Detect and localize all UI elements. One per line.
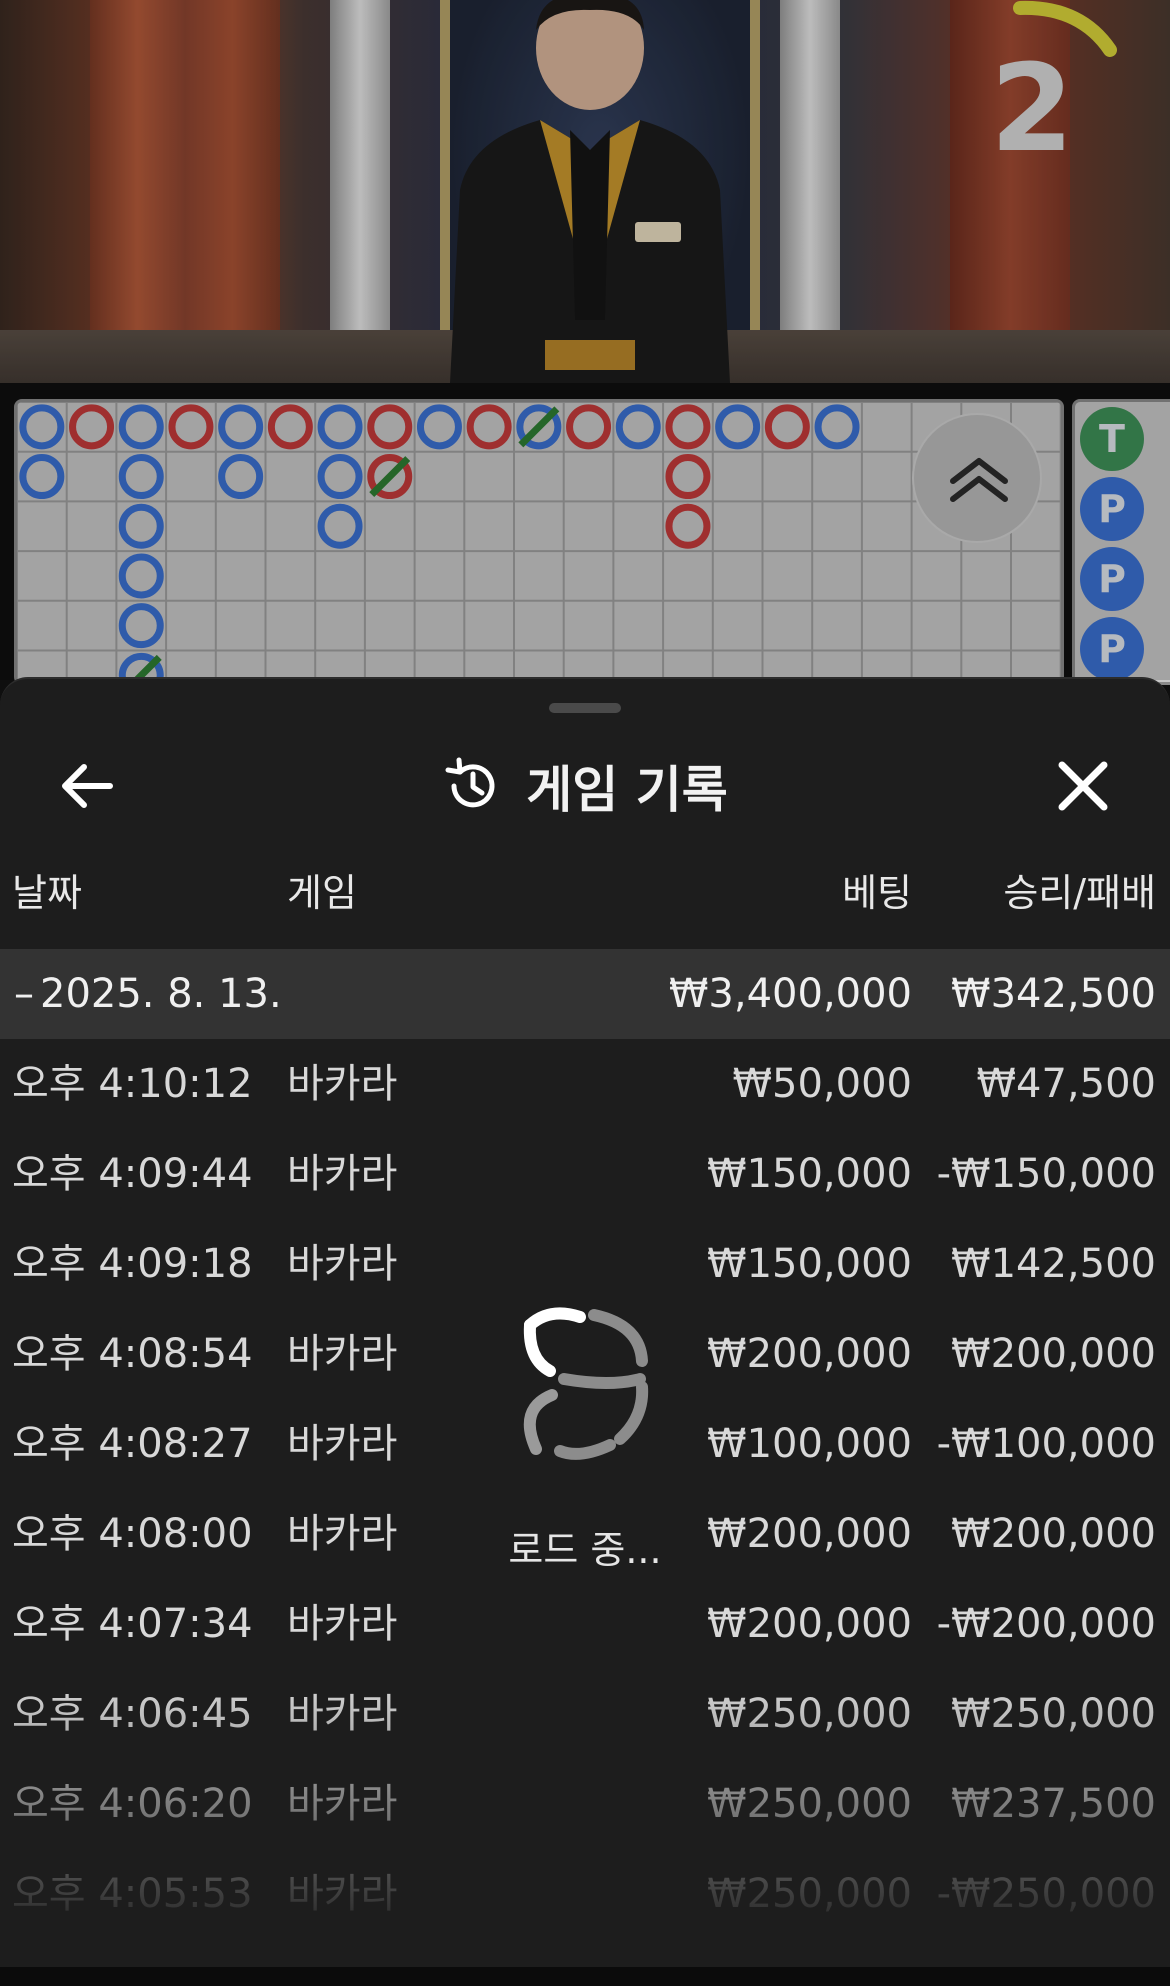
bottom-bar — [0, 1967, 1170, 1986]
row-time: 오후 4:06:20 — [12, 1781, 253, 1827]
date-group-date: 2025. 8. 13. — [40, 971, 282, 1017]
history-row[interactable]: 오후 4:09:44 바카라 ₩150,000 -₩150,000 — [0, 1129, 1170, 1219]
row-time: 오후 4:05:53 — [12, 1871, 253, 1917]
row-win-loss: ₩250,000 — [951, 1691, 1156, 1737]
row-time: 오후 4:08:27 — [12, 1421, 253, 1467]
row-win-loss: ₩47,500 — [976, 1061, 1156, 1107]
close-icon — [1058, 761, 1108, 811]
column-header-win-loss: 승리/패배 — [1003, 871, 1156, 915]
row-win-loss: ₩200,000 — [951, 1331, 1156, 1377]
history-row[interactable]: 오후 4:06:45 바카라 ₩250,000 ₩250,000 — [0, 1669, 1170, 1759]
row-bet: ₩250,000 — [707, 1871, 912, 1917]
row-time: 오후 4:10:12 — [12, 1061, 253, 1107]
row-game: 바카라 — [287, 1601, 398, 1647]
history-row[interactable]: 오후 4:07:34 바카라 ₩200,000 -₩200,000 — [0, 1579, 1170, 1669]
sheet-title: 게임 기록 — [526, 761, 728, 819]
row-time: 오후 4:07:34 — [12, 1601, 253, 1647]
row-time: 오후 4:06:45 — [12, 1691, 253, 1737]
background-dim-overlay — [0, 0, 1170, 680]
history-row[interactable]: 오후 4:10:12 바카라 ₩50,000 ₩47,500 — [0, 1039, 1170, 1129]
loading-text: 로드 중... — [508, 1528, 662, 1572]
row-bet: ₩200,000 — [707, 1601, 912, 1647]
row-game: 바카라 — [287, 1241, 398, 1287]
history-row[interactable]: 오후 4:06:20 바카라 ₩250,000 ₩237,500 — [0, 1759, 1170, 1849]
row-win-loss: -₩100,000 — [936, 1421, 1156, 1467]
row-bet: ₩250,000 — [707, 1781, 912, 1827]
column-headers: 날짜 게임 베팅 승리/패배 — [0, 869, 1170, 917]
history-icon — [445, 757, 495, 808]
row-bet: ₩250,000 — [707, 1691, 912, 1737]
row-game: 바카라 — [287, 1691, 398, 1737]
history-row[interactable]: 오후 4:05:53 바카라 ₩250,000 -₩250,000 — [0, 1849, 1170, 1919]
close-button[interactable] — [1046, 749, 1120, 823]
row-game: 바카라 — [287, 1871, 398, 1917]
row-bet: ₩150,000 — [707, 1241, 912, 1287]
date-group-win-loss-total: ₩342,500 — [951, 971, 1156, 1017]
game-history-sheet: 게임 기록 날짜 게임 베팅 승리/패배 – 2025. 8. 13. ₩3,4… — [0, 677, 1170, 1969]
row-win-loss: -₩250,000 — [936, 1871, 1156, 1917]
row-game: 바카라 — [287, 1061, 398, 1107]
date-group-bet-total: ₩3,400,000 — [668, 971, 912, 1017]
row-game: 바카라 — [287, 1781, 398, 1827]
row-game: 바카라 — [287, 1421, 398, 1467]
row-win-loss: -₩150,000 — [936, 1151, 1156, 1197]
date-group-row[interactable]: – 2025. 8. 13. ₩3,400,000 ₩342,500 — [0, 949, 1170, 1039]
column-header-game: 게임 — [287, 871, 357, 915]
row-bet: ₩200,000 — [707, 1331, 912, 1377]
column-header-date: 날짜 — [12, 871, 82, 915]
column-header-bet: 베팅 — [842, 871, 912, 915]
history-row[interactable]: 오후 4:09:18 바카라 ₩150,000 ₩142,500 — [0, 1219, 1170, 1309]
row-game: 바카라 — [287, 1151, 398, 1197]
row-win-loss: -₩200,000 — [936, 1601, 1156, 1647]
row-win-loss: ₩142,500 — [951, 1241, 1156, 1287]
sheet-header: 게임 기록 — [0, 744, 1170, 828]
row-time: 오후 4:08:54 — [12, 1331, 253, 1377]
row-game: 바카라 — [287, 1331, 398, 1377]
row-win-loss: ₩237,500 — [951, 1781, 1156, 1827]
drag-handle[interactable] — [549, 703, 621, 713]
row-bet: ₩150,000 — [707, 1151, 912, 1197]
collapse-toggle[interactable]: – — [14, 949, 34, 1039]
row-time: 오후 4:09:44 — [12, 1151, 253, 1197]
row-time: 오후 4:09:18 — [12, 1241, 253, 1287]
row-bet: ₩50,000 — [732, 1061, 912, 1107]
row-bet: ₩100,000 — [707, 1421, 912, 1467]
